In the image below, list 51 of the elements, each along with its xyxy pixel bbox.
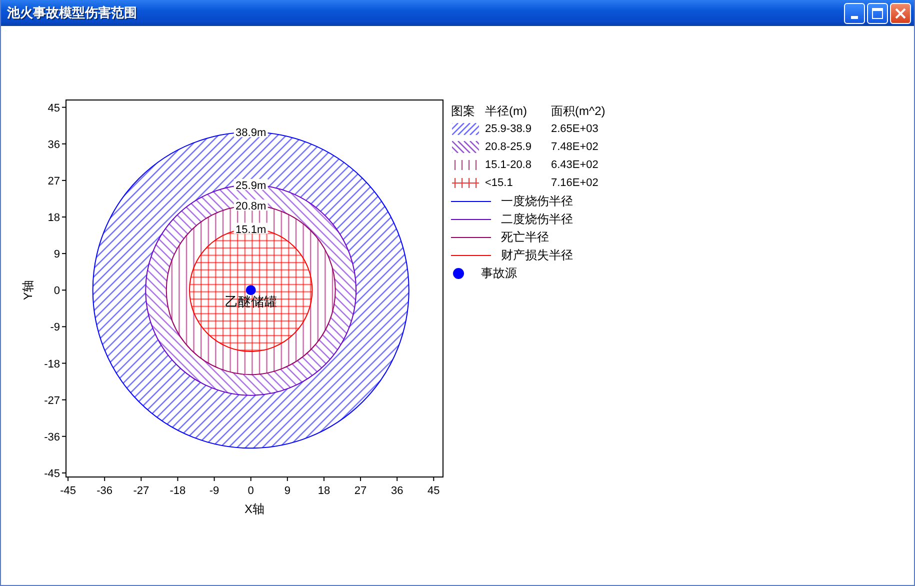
tick-label: -36 <box>96 485 113 497</box>
minimize-icon <box>851 16 858 18</box>
legend-label: 一度烧伤半径 <box>501 192 573 210</box>
tick-label: -9 <box>50 322 60 334</box>
legend-header: 半径(m) <box>485 102 528 120</box>
radius-range: 15.1-20.8 <box>485 159 532 171</box>
window-title: 池火事故模型伤害范围 <box>7 4 138 22</box>
legend-label: 二度烧伤半径 <box>501 210 573 228</box>
radius-range: <15.1 <box>485 177 514 189</box>
legend-header: 面积(m^2) <box>551 102 606 120</box>
tick-label: -45 <box>60 485 76 497</box>
tick-label: -27 <box>44 394 60 407</box>
close-icon <box>895 8 906 18</box>
tick-label: 18 <box>48 212 60 224</box>
tick-label: 45 <box>48 102 60 114</box>
tick-label: -45 <box>44 468 60 480</box>
area-value: 7.16E+02 <box>551 177 598 189</box>
radius-label: 15.1m <box>236 224 266 236</box>
tick-label: 45 <box>428 485 440 497</box>
tick-label: -27 <box>133 485 150 497</box>
maximize-button[interactable] <box>867 2 888 24</box>
tick-label: 9 <box>54 248 60 261</box>
area-value: 6.43E+02 <box>551 159 598 171</box>
tick-label: 18 <box>318 485 330 497</box>
legend-label: 事故源 <box>481 264 517 282</box>
tick-label: 9 <box>284 485 290 497</box>
tick-label: 36 <box>390 485 404 497</box>
close-button[interactable] <box>890 2 911 24</box>
tick-label: -9 <box>209 485 220 497</box>
legend-label: 财产损失半径 <box>501 246 573 264</box>
minimize-button[interactable] <box>844 2 865 24</box>
axis-title: X轴 <box>244 502 264 516</box>
maximize-icon <box>872 8 883 18</box>
tick-label: -18 <box>170 485 186 497</box>
tick-label: -36 <box>44 431 60 444</box>
radius-label: 38.9m <box>236 127 266 140</box>
area-value: 2.65E+03 <box>551 123 598 135</box>
radius-range: 25.9-38.9 <box>485 123 532 135</box>
radius-label: 20.8m <box>236 200 266 213</box>
legend-label: 死亡半径 <box>501 228 549 246</box>
tick-label: 27 <box>354 485 367 497</box>
tick-label: -18 <box>44 358 60 370</box>
area-value: 7.48E+02 <box>551 141 598 153</box>
legend-header: 图案 <box>451 102 476 120</box>
radius-label: 25.9m <box>236 180 266 192</box>
tick-label: 0 <box>248 485 254 497</box>
tick-label: 36 <box>48 138 60 151</box>
axis-title: Y轴 <box>21 280 35 300</box>
tick-label: 0 <box>54 285 60 298</box>
radius-range: 20.8-25.9 <box>485 141 532 153</box>
tick-label: 27 <box>48 175 60 188</box>
